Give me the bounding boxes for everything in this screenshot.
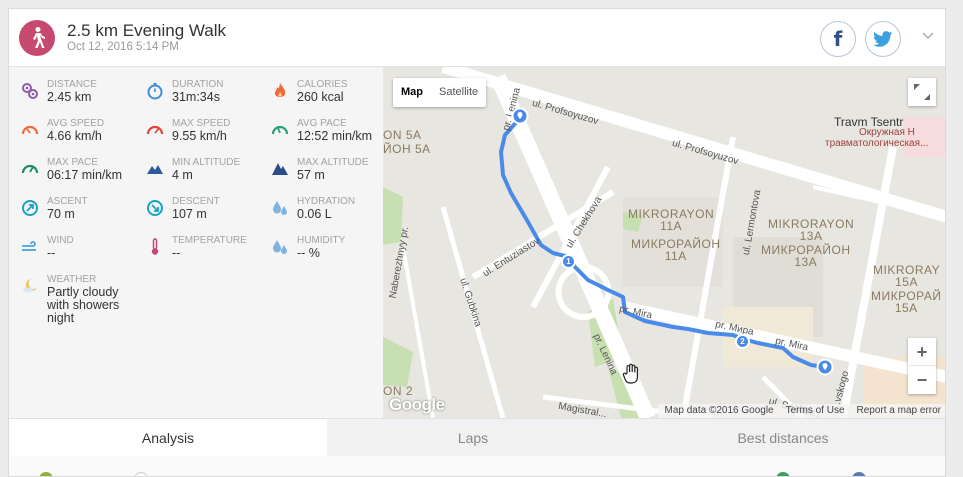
stats-panel: DISTANCE 2.45 km DURATION 31m:34s CALORI… — [9, 67, 383, 418]
facebook-share-button[interactable]: f — [820, 21, 856, 57]
fullscreen-icon — [914, 84, 930, 100]
end-pin-icon[interactable] — [816, 358, 834, 378]
zoom-control: + − — [908, 338, 936, 394]
map-type-control: Map Satellite — [393, 78, 487, 107]
district-label: ON 5A — [383, 128, 422, 142]
legend-item[interactable] — [852, 472, 872, 476]
district-label: МИКРОРАЙ 15A — [871, 289, 942, 315]
district-label: MIKRORAYON 11A — [628, 207, 715, 233]
google-logo[interactable]: Google — [389, 395, 445, 415]
poi-name: Окружная Н — [859, 127, 915, 138]
district-label: МИКРОРАЙОН 11A — [631, 237, 721, 263]
district-label: МИКРОРАЙОН 13A — [761, 243, 851, 269]
speedometer-icon — [146, 125, 164, 135]
activity-header: 2.5 km Evening Walk Oct 12, 2016 5:14 PM… — [9, 9, 945, 67]
stopwatch-icon — [147, 83, 163, 100]
legend-item[interactable] — [39, 472, 59, 476]
speedometer-icon — [21, 125, 39, 135]
weather-icon — [23, 279, 37, 293]
analysis-tabs: Analysis Laps Best distances — [9, 418, 945, 457]
distance-icon — [22, 83, 38, 99]
district-label: ЙОН 5A — [383, 142, 431, 156]
route-map[interactable]: ul. Profsoyuzov ul. Profsoyuzov pr. Leni… — [383, 67, 945, 418]
twitter-icon — [873, 30, 893, 47]
activity-datetime: Oct 12, 2016 5:14 PM — [67, 41, 179, 53]
legend-item[interactable] — [134, 472, 154, 476]
district-label: MIKRORAY 15A — [873, 263, 941, 289]
km-marker[interactable]: 1 — [561, 254, 576, 269]
terms-of-use-link[interactable]: Terms of Use — [780, 404, 851, 418]
tab-analysis[interactable]: Analysis — [9, 419, 327, 457]
pace-icon — [21, 164, 39, 174]
twitter-share-button[interactable] — [865, 21, 901, 57]
map-type-satellite-button[interactable]: Satellite — [431, 78, 486, 107]
tab-best-distances[interactable]: Best distances — [619, 419, 945, 457]
start-pin-icon[interactable] — [511, 107, 529, 127]
drops-icon — [273, 240, 287, 254]
report-map-error-link[interactable]: Report a map error — [851, 404, 945, 418]
poi-name: травматологическая... — [825, 138, 929, 149]
drops-icon — [273, 201, 287, 215]
district-label: MIKRORAYON 13A — [768, 217, 855, 243]
legend-item[interactable] — [776, 472, 796, 476]
analysis-content — [9, 456, 945, 476]
flame-icon — [274, 83, 286, 97]
facebook-icon: f — [833, 27, 843, 51]
fullscreen-button[interactable] — [908, 78, 936, 106]
zoom-out-button[interactable]: − — [908, 366, 936, 394]
zoom-in-button[interactable]: + — [908, 338, 936, 366]
ascent-icon — [22, 200, 38, 216]
tab-laps[interactable]: Laps — [327, 419, 619, 457]
map-type-map-button[interactable]: Map — [393, 78, 431, 107]
map-data-text: Map data ©2016 Google — [664, 405, 774, 416]
activity-title: 2.5 km Evening Walk — [67, 21, 227, 40]
km-marker[interactable]: 2 — [735, 334, 750, 349]
pace-icon — [271, 125, 289, 135]
activity-card: 2.5 km Evening Walk Oct 12, 2016 5:14 PM… — [8, 8, 946, 477]
thermometer-icon — [151, 238, 159, 255]
hand-cursor-icon — [622, 363, 638, 384]
mountain-icon — [147, 165, 163, 174]
chevron-down-icon[interactable] — [921, 31, 935, 41]
wind-icon — [22, 241, 36, 251]
walk-icon — [19, 20, 55, 56]
mountain-icon — [272, 163, 288, 175]
map-attribution: Map data ©2016 Google Terms of Use Repor… — [658, 404, 945, 418]
descent-icon — [147, 200, 163, 216]
